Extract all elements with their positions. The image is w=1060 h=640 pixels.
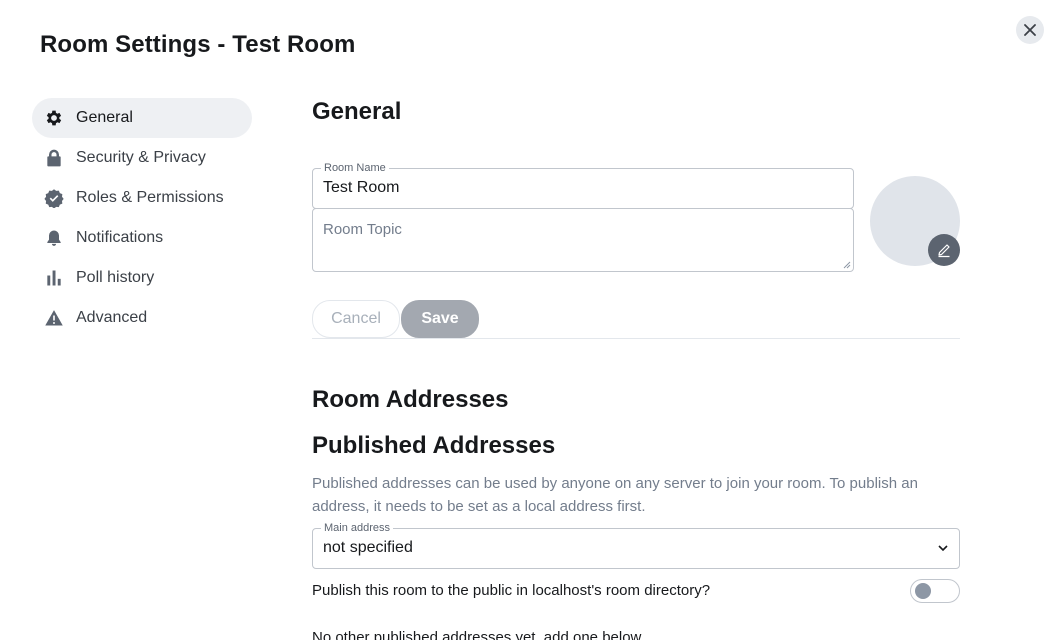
- gear-icon: [44, 108, 64, 128]
- main-address-select[interactable]: Main address not specified: [312, 522, 960, 569]
- section-title-room-addresses: Room Addresses: [312, 386, 509, 413]
- main-address-value: not specified: [323, 539, 413, 556]
- publish-directory-toggle[interactable]: [910, 579, 960, 603]
- published-addresses-description: Published addresses can be used by anyon…: [312, 475, 918, 515]
- resize-handle-icon[interactable]: [843, 261, 851, 269]
- no-published-addresses-note: No other published addresses yet, add on…: [312, 629, 642, 640]
- pencil-icon: [938, 244, 950, 258]
- section-title-published-addresses: Published Addresses: [312, 432, 556, 459]
- save-button[interactable]: Save: [401, 300, 479, 338]
- sidebar-item-label: Roles & Permissions: [76, 189, 224, 206]
- sidebar-item-security[interactable]: Security & Privacy: [32, 138, 252, 178]
- main-address-label: Main address: [321, 522, 394, 534]
- section-title-general: General: [312, 98, 402, 125]
- divider: [312, 338, 960, 339]
- sidebar-item-poll-history[interactable]: Poll history: [32, 258, 252, 298]
- cancel-button[interactable]: Cancel: [312, 300, 400, 338]
- avatar-edit-button[interactable]: [928, 234, 960, 266]
- bar-chart-icon: [44, 268, 64, 288]
- room-name-value: Test Room: [323, 179, 400, 196]
- sidebar-item-label: Security & Privacy: [76, 149, 206, 166]
- toggle-knob: [915, 583, 931, 599]
- room-name-label: Room Name: [321, 162, 389, 174]
- verified-badge-icon: [44, 188, 64, 208]
- chevron-down-icon: [938, 545, 948, 552]
- dialog-title: Room Settings - Test Room: [40, 31, 356, 58]
- room-settings-dialog: Room Settings - Test Room General Securi…: [0, 0, 1060, 640]
- lock-icon: [44, 148, 64, 168]
- sidebar-item-advanced[interactable]: Advanced: [32, 298, 252, 338]
- settings-sidebar: General Security & Privacy Roles & Permi…: [32, 98, 252, 338]
- sidebar-item-notifications[interactable]: Notifications: [32, 218, 252, 258]
- room-name-field[interactable]: Room Name Test Room: [312, 162, 854, 209]
- publish-directory-label: Publish this room to the public in local…: [312, 582, 711, 599]
- publish-directory-row: Publish this room to the public in local…: [312, 579, 960, 603]
- sidebar-item-label: General: [76, 109, 133, 126]
- close-icon: [1024, 24, 1036, 36]
- sidebar-item-general[interactable]: General: [32, 98, 252, 138]
- room-topic-field[interactable]: Room Topic: [312, 208, 854, 272]
- sidebar-item-roles[interactable]: Roles & Permissions: [32, 178, 252, 218]
- close-button[interactable]: [1016, 16, 1044, 44]
- sidebar-item-label: Poll history: [76, 269, 155, 286]
- bell-icon: [44, 228, 64, 248]
- room-topic-placeholder: Room Topic: [323, 221, 402, 238]
- sidebar-item-label: Advanced: [76, 309, 148, 326]
- sidebar-item-label: Notifications: [76, 229, 164, 246]
- warning-icon: [44, 308, 64, 328]
